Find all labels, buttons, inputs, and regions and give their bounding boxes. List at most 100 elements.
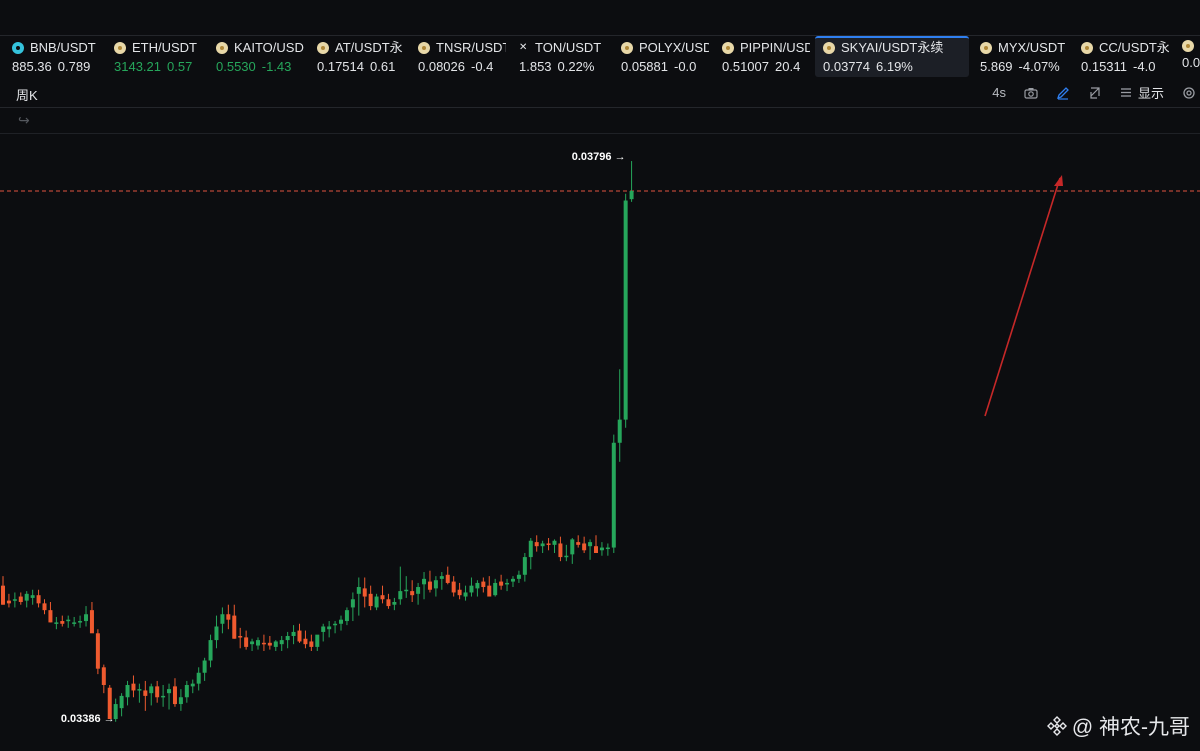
ticker-header: BNB/USDT: [12, 40, 100, 56]
candle-body: [78, 621, 83, 623]
ticker-price: 0.05881: [621, 59, 668, 74]
candle-body: [167, 689, 172, 694]
ticker-values: 0.17514 0.61: [317, 58, 405, 76]
candle-body: [119, 695, 124, 709]
candle-body: [54, 622, 59, 624]
candle-body: [350, 599, 355, 608]
ticker-symbol: PIPPIN/USDT: [740, 40, 810, 55]
candle-body: [588, 542, 593, 547]
candle-body: [487, 585, 492, 597]
ticker-item[interactable]: MYX/USDT 5.869 -4.07%: [972, 36, 1068, 77]
candlestick-chart[interactable]: 0.03796 → 0.03386 →: [0, 134, 1200, 751]
ticker-symbol: SKYAI/USDT永续: [841, 40, 944, 55]
ticker-item[interactable]: TNSR/USDT 0.08026 -0.4: [410, 36, 506, 77]
ticker-item[interactable]: CC/USDT永 0.15311 -4.0: [1073, 36, 1169, 77]
candle-body: [291, 631, 296, 637]
candle-body: [297, 630, 302, 642]
candle-body: [89, 610, 94, 634]
display-button[interactable]: 显示: [1120, 83, 1164, 102]
candle-body: [451, 581, 456, 593]
candle-body: [416, 587, 421, 594]
ticker-change: 0.22%: [557, 59, 595, 74]
ticker-price: 0.03774: [823, 59, 870, 74]
ticker-item[interactable]: SKYAI/USDT永续 0.03774 6.19%: [815, 36, 969, 77]
candle-body: [374, 596, 379, 608]
settings-icon[interactable]: [1182, 86, 1196, 100]
candle-body: [445, 574, 450, 583]
ticker-item[interactable]: ETH/USDT 3143.21 0.57: [106, 36, 202, 77]
candle-body: [327, 626, 332, 630]
candle-body: [84, 614, 89, 622]
ticker-header: AT/USDT永: [317, 40, 405, 56]
ticker-symbol: TNSR/USDT: [436, 40, 506, 55]
candle-body: [617, 419, 622, 443]
ticker-item[interactable]: AT/USDT永 0.17514 0.61: [309, 36, 405, 77]
ticker-header: SKYAI/USDT永续: [823, 40, 969, 56]
candle-body: [261, 642, 266, 645]
candle-body: [303, 638, 308, 645]
candle-body: [558, 543, 563, 558]
ticker-price: 885.36: [12, 59, 52, 74]
candle-body: [178, 697, 183, 705]
ticker-symbol: AT/USDT永: [335, 40, 403, 55]
candle-body: [516, 574, 521, 579]
ticker-item[interactable]: TON/USDT 1.853 0.22%: [511, 36, 607, 77]
candle-body: [101, 667, 106, 686]
candle-body: [30, 595, 35, 598]
candle-body: [463, 592, 468, 597]
ticker-price: 0.51007: [722, 59, 769, 74]
candle-body: [564, 555, 569, 558]
ticker-item[interactable]: 0.0: [1174, 36, 1200, 77]
candle-body: [143, 690, 148, 696]
ticker-header: [1182, 40, 1200, 52]
candle-body: [576, 542, 581, 545]
high-price-label: 0.03796 →: [572, 151, 626, 163]
interval-selector[interactable]: 周K: [16, 85, 38, 104]
ticker-symbol: MYX/USDT: [998, 40, 1066, 55]
candle-body: [594, 546, 598, 553]
watermark: @ 神农-九哥: [1046, 711, 1190, 741]
low-price-label: 0.03386 →: [61, 713, 115, 725]
display-label: 显示: [1137, 86, 1164, 101]
ticker-item[interactable]: KAITO/USDT 0.5530 -1.43: [208, 36, 304, 77]
candle-body: [315, 634, 320, 647]
camera-icon[interactable]: [1024, 87, 1038, 99]
ticker-header: KAITO/USDT: [216, 40, 304, 56]
ticker-header: PIPPIN/USDT: [722, 40, 810, 56]
candle-body: [605, 547, 610, 550]
candle-body: [321, 626, 326, 632]
refresh-interval[interactable]: 4s: [992, 85, 1006, 100]
chart-canvas[interactable]: 0.03796 → 0.03386 →: [0, 134, 1200, 751]
ticker-item[interactable]: POLYX/USDT 0.05881 -0.0: [613, 36, 709, 77]
ticker-header: MYX/USDT: [980, 40, 1068, 56]
candle-body: [629, 190, 634, 200]
ticker-symbol: CC/USDT永: [1099, 40, 1169, 55]
ticker-header: ETH/USDT: [114, 40, 202, 56]
redo-icon[interactable]: ↪: [18, 112, 30, 129]
candle-body: [362, 588, 367, 597]
candle-body: [339, 619, 344, 624]
ticker-change: 0.61: [370, 59, 396, 74]
eth-coin-icon: [114, 42, 126, 54]
candle-body: [510, 578, 515, 582]
ticker-strip: BNB/USDT 885.36 0.789 ETH/USDT 3143.21 0.57 KA…: [0, 36, 1200, 78]
candle-body: [599, 547, 604, 551]
expand-icon[interactable]: [1088, 86, 1102, 100]
candle-body: [368, 593, 373, 607]
top-bar: [0, 0, 1200, 36]
ticker-item[interactable]: BNB/USDT 885.36 0.789: [4, 36, 100, 77]
candle-body: [161, 695, 166, 698]
ticker-price: 3143.21: [114, 59, 161, 74]
candle-body: [72, 622, 77, 624]
candle-body: [457, 589, 462, 596]
candle-body: [208, 640, 213, 661]
draw-icon[interactable]: [1056, 86, 1070, 100]
ticker-item[interactable]: PIPPIN/USDT 0.51007 20.4: [714, 36, 810, 77]
ticker-symbol: POLYX/USDT: [639, 40, 709, 55]
watermark-text: @ 神农-九哥: [1071, 716, 1190, 739]
candle-body: [398, 591, 403, 600]
trend-arrow-head: [1054, 175, 1063, 186]
coin-icon: [1182, 40, 1194, 52]
candle-body: [344, 610, 349, 622]
candle-body: [392, 601, 397, 605]
